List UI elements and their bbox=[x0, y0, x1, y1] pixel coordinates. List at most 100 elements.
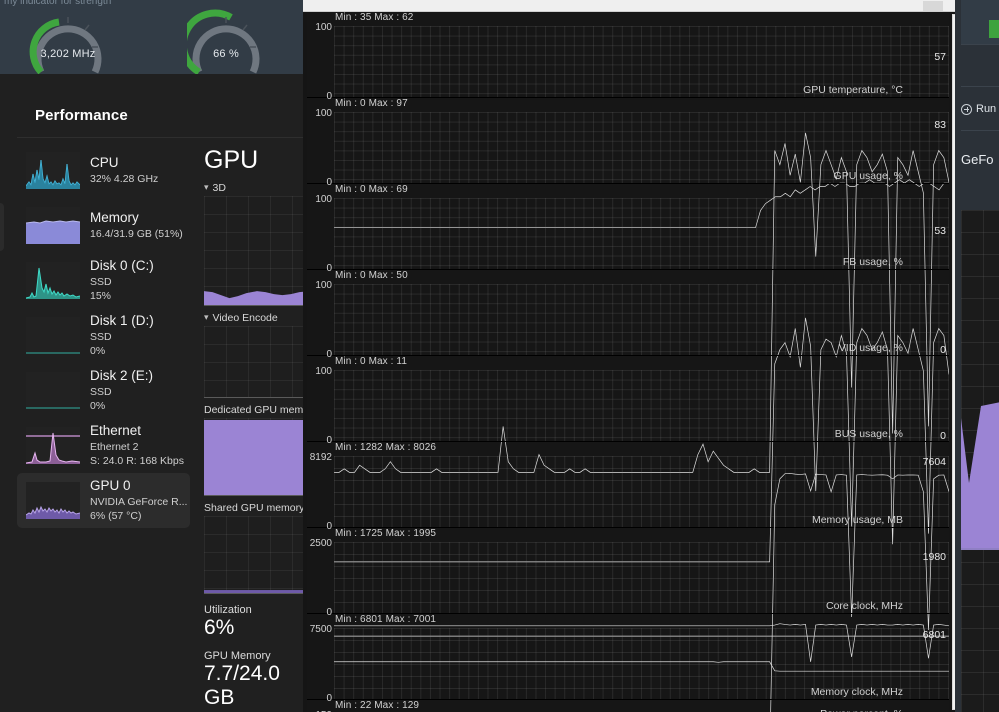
dedicated-gpu-mem-graph bbox=[204, 418, 310, 496]
pane-minmax-label: Min : 0 Max : 50 bbox=[335, 270, 408, 281]
utilization-value: 6% bbox=[204, 616, 235, 639]
pane-minmax-label: Min : 1282 Max : 8026 bbox=[335, 442, 437, 453]
pane-axis-bottom: 0 bbox=[326, 607, 332, 618]
gpu-video-encode-header[interactable]: ▾ Video Encode bbox=[204, 311, 310, 325]
shared-gpu-mem-graph bbox=[204, 516, 310, 594]
sidebar-item-sub2: 6% (57 °C) bbox=[90, 509, 142, 522]
pane-current-value: 7604 bbox=[922, 455, 946, 468]
disk1-thumbnail bbox=[26, 317, 80, 354]
pane-axis-bottom: 0 bbox=[326, 263, 332, 274]
sidebar-item-cpu[interactable]: CPU 32% 4.28 GHz bbox=[17, 143, 190, 198]
sidebar-item-label: CPU bbox=[90, 154, 119, 170]
background-top-panel bbox=[961, 0, 999, 44]
sidebar-item-label: Disk 1 (D:) bbox=[90, 312, 154, 328]
background-cut-text: my indicator for strength bbox=[4, 0, 112, 7]
pane-current-value: 83 bbox=[934, 118, 946, 131]
add-circle-icon bbox=[961, 103, 972, 115]
background-device-label: GeFo bbox=[961, 152, 994, 167]
clock-gauge-value: 3,202 MHz bbox=[40, 48, 96, 60]
sidebar-item-sub2: 0% bbox=[90, 399, 106, 412]
pane-current-value: 6801 bbox=[922, 629, 946, 642]
sidebar-item-label: Disk 0 (C:) bbox=[90, 257, 154, 273]
monitor-pane[interactable]: Min : 1725 Max : 1995 2500 0 Core clock, MH… bbox=[307, 528, 949, 614]
gpu-3d-graph-header[interactable]: ▾ 3D bbox=[204, 181, 310, 195]
hardware-monitor-window: Min : 35 Max : 62 100 0 GPU temperature, °C… bbox=[303, 0, 969, 712]
pane-axis-top: 2500 bbox=[309, 538, 332, 549]
pane-minmax-label: Min : 22 Max : 129 bbox=[335, 700, 420, 711]
titlebar-button[interactable] bbox=[923, 1, 943, 11]
clock-gauge: 3,202 MHz bbox=[29, 8, 107, 74]
pane-series-title: BUS usage, % bbox=[834, 428, 903, 440]
sidebar-item-sub1: SSD bbox=[90, 385, 112, 398]
background-device-row: GeFo bbox=[961, 152, 999, 167]
pane-axis-bottom: 0 bbox=[326, 435, 332, 446]
memory-thumbnail bbox=[26, 207, 80, 244]
shared-gpu-mem-header: Shared GPU memory bbox=[204, 502, 310, 514]
gpu-video-encode-graph bbox=[204, 326, 310, 398]
monitor-pane[interactable]: Min : 6801 Max : 7001 7500 0 Memory clock, … bbox=[307, 614, 949, 704]
monitor-titlebar[interactable] bbox=[303, 0, 969, 12]
pane-series-title: Core clock, MHz bbox=[825, 600, 903, 612]
sidebar-item-disk2[interactable]: Disk 2 (E:) SSD 0% bbox=[17, 363, 190, 418]
pane-axis-top: 100 bbox=[315, 108, 332, 119]
sidebar-item-gpu0[interactable]: GPU 0 NVIDIA GeForce R... 6% (57 °C) bbox=[17, 473, 190, 528]
window-edge-handle[interactable] bbox=[0, 203, 4, 251]
disk2-thumbnail bbox=[26, 372, 80, 409]
pane-series-title: Power percent, % bbox=[820, 708, 903, 712]
disk0-thumbnail bbox=[26, 262, 80, 299]
divider bbox=[961, 44, 999, 45]
ethernet-thumbnail bbox=[26, 427, 80, 464]
cpu-thumbnail bbox=[26, 152, 80, 189]
pane-current-value: 0 bbox=[940, 344, 946, 356]
background-run-row[interactable]: Run bbox=[961, 103, 999, 115]
divider bbox=[961, 130, 999, 131]
sidebar-item-sub2: 0% bbox=[90, 344, 106, 357]
pane-axis-top: 100 bbox=[315, 22, 332, 33]
gpu-video-encode-label: Video Encode bbox=[212, 312, 278, 324]
sidebar-item-disk0[interactable]: Disk 0 (C:) SSD 15% bbox=[17, 253, 190, 308]
sidebar-item-ethernet[interactable]: Ethernet Ethernet 2 S: 24.0 R: 168 Kbps bbox=[17, 418, 190, 473]
monitor-pane[interactable]: Min : 0 Max : 50 100 0 VID usage, % 0 bbox=[307, 270, 949, 356]
gpu-3d-graph bbox=[204, 196, 310, 306]
sidebar-item-disk1[interactable]: Disk 1 (D:) SSD 0% bbox=[17, 308, 190, 363]
pane-axis-bottom: 0 bbox=[326, 693, 332, 704]
background-green-indicator bbox=[989, 20, 999, 38]
pane-minmax-label: Min : 1725 Max : 1995 bbox=[335, 528, 437, 539]
background-right-window: Run GeFo bbox=[955, 0, 999, 712]
pane-axis-top: 100 bbox=[315, 366, 332, 377]
dedicated-gpu-mem-label: Dedicated GPU mem bbox=[204, 404, 304, 416]
monitor-pane[interactable]: Min : 1282 Max : 8026 8192 0 Memory usage, … bbox=[307, 442, 949, 528]
pane-axis-top: 100 bbox=[315, 194, 332, 205]
gpu-3d-label: 3D bbox=[212, 182, 226, 194]
pane-minmax-label: Min : 6801 Max : 7001 bbox=[335, 614, 437, 625]
sidebar-item-sub1: 16.4/31.9 GB (51%) bbox=[90, 227, 183, 240]
monitor-pane[interactable]: Min : 0 Max : 69 100 0 FB usage, % 53 bbox=[307, 184, 949, 270]
chevron-down-icon: ▾ bbox=[204, 311, 209, 322]
sidebar-item-memory[interactable]: Memory 16.4/31.9 GB (51%) bbox=[17, 198, 190, 253]
pane-axis-top: 7500 bbox=[309, 624, 332, 635]
monitor-pane[interactable]: Min : 35 Max : 62 100 0 GPU temperature, °C… bbox=[307, 12, 949, 98]
dedicated-gpu-mem-header: Dedicated GPU mem bbox=[204, 404, 310, 416]
pane-series-title: GPU temperature, °C bbox=[803, 84, 903, 96]
monitor-pane[interactable]: Min : 0 Max : 11 100 0 BUS usage, % 0 bbox=[307, 356, 949, 446]
pane-series-title: FB usage, % bbox=[842, 256, 903, 268]
pane-axis-top: 8192 bbox=[309, 452, 332, 463]
monitor-pane[interactable]: Min : 22 Max : 129150Power percent, % bbox=[307, 700, 949, 712]
usage-gauge: 66 % bbox=[187, 8, 265, 74]
page-title: Performance bbox=[35, 106, 128, 124]
gpu-detail-panel: GPU ▾ 3D ▾ Video Encode Dedicated GPU me… bbox=[190, 138, 310, 712]
gpu-memory-value: 7.7/24.0 GB bbox=[204, 662, 280, 710]
sidebar-item-label: Disk 2 (E:) bbox=[90, 367, 154, 383]
sidebar-item-sub1: 32% 4.28 GHz bbox=[90, 172, 159, 185]
pane-axis-bottom: 0 bbox=[326, 177, 332, 188]
sidebar-item-sub1: Ethernet 2 bbox=[90, 440, 139, 453]
chevron-down-icon: ▾ bbox=[204, 181, 209, 192]
background-chart-area bbox=[961, 402, 999, 548]
sidebar-item-sub1: NVIDIA GeForce R... bbox=[90, 495, 188, 508]
utilization-label: Utilization bbox=[204, 604, 252, 616]
pane-minmax-label: Min : 0 Max : 69 bbox=[335, 184, 408, 195]
usage-gauge-value: 66 % bbox=[213, 48, 239, 60]
pane-axis-bottom: 0 bbox=[326, 91, 332, 102]
sidebar-item-label: GPU 0 bbox=[90, 477, 131, 493]
monitor-pane[interactable]: Min : 0 Max : 97 100 0 GPU usage, % 83 bbox=[307, 98, 949, 184]
